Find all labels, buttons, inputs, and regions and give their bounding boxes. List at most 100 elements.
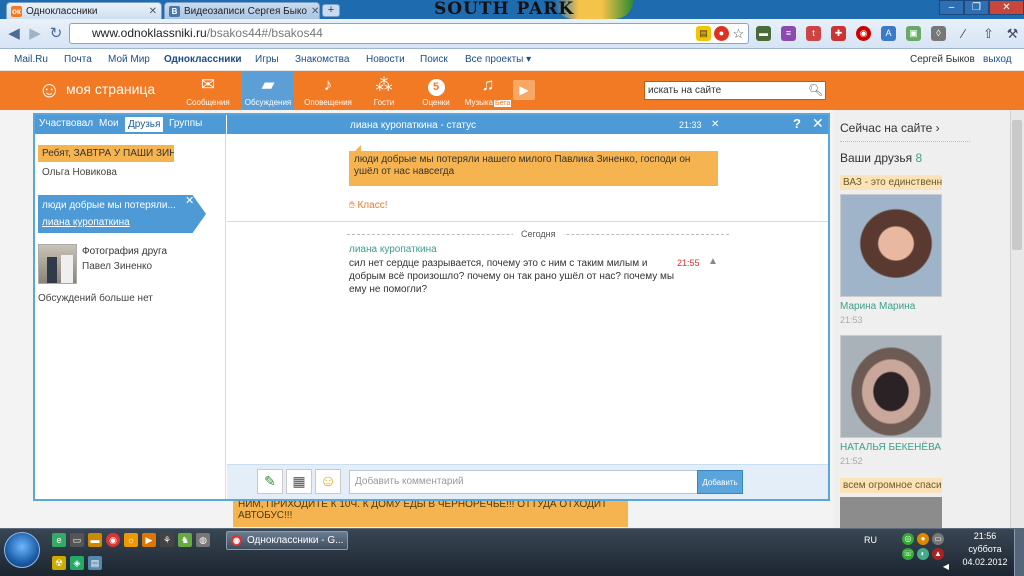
help-icon[interactable]: ?: [793, 116, 801, 131]
close-tab-icon[interactable]: ✕: [145, 6, 157, 17]
klass-button[interactable]: ✋︎ Класс!: [349, 200, 387, 211]
close-window-button[interactable]: ✕: [989, 0, 1024, 15]
address-bar[interactable]: www.odnoklassniki.ru/bsakos44#/bsakos44: [69, 23, 749, 44]
tray-icon[interactable]: ▭: [932, 533, 944, 545]
portal-link-odnoklassniki[interactable]: Одноклассники: [164, 54, 242, 65]
tool-music[interactable]: ♫ Музыка Бета: [462, 72, 514, 110]
extension-icon[interactable]: ▬: [756, 26, 771, 41]
add-comment-button[interactable]: Добавить: [697, 470, 743, 494]
extension-icon[interactable]: ≡: [781, 26, 796, 41]
taskbar-window-chrome[interactable]: ◉ Одноклассники - G...: [226, 531, 348, 550]
friend-avatar[interactable]: [840, 335, 942, 438]
quicklaunch-icon[interactable]: ⚘: [160, 533, 174, 547]
logout-link[interactable]: выход: [983, 54, 1012, 65]
friend-avatar[interactable]: [840, 497, 942, 528]
filter-tab-mine[interactable]: Мои: [99, 118, 119, 129]
portal-link-games[interactable]: Игры: [255, 54, 279, 65]
pencil-icon[interactable]: ✎: [257, 469, 283, 494]
extension-icon[interactable]: ▣: [906, 26, 921, 41]
tool-messages[interactable]: ✉ Сообщения: [182, 72, 234, 110]
wrench-menu-icon[interactable]: ⚒: [1005, 26, 1020, 41]
online-now-link[interactable]: Сейчас на сайте ›: [840, 121, 940, 135]
tray-icon[interactable]: ☏: [902, 548, 914, 560]
close-discussion-icon[interactable]: ✕: [711, 119, 719, 130]
chrome-icon[interactable]: ◉: [106, 533, 120, 547]
friend-status[interactable]: всем огромное спаси: [840, 478, 942, 493]
tool-guests[interactable]: ⁂ Гости: [358, 72, 410, 110]
portal-link-myworld[interactable]: Мой Мир: [108, 54, 150, 65]
tool-notifications[interactable]: ♪ Оповещения: [302, 72, 354, 110]
smiley-icon[interactable]: ☺: [315, 469, 341, 494]
user-name[interactable]: Сергей Быков: [910, 54, 975, 65]
browser-tab-vk-videos[interactable]: B Видеозаписи Сергея Быко ✕: [164, 2, 320, 19]
tool-discussions[interactable]: ▰ Обсуждения: [242, 72, 294, 110]
sticky-note-extension-icon[interactable]: ▤: [696, 26, 711, 41]
quicklaunch-icon[interactable]: ▭: [70, 533, 84, 547]
quicklaunch-icon[interactable]: ▬: [88, 533, 102, 547]
filter-tab-participated[interactable]: Участвовал: [39, 118, 93, 129]
quicklaunch-icon[interactable]: ◈: [70, 556, 84, 570]
adblock-icon[interactable]: ●: [714, 26, 729, 41]
extension-icon[interactable]: ✚: [831, 26, 846, 41]
thread-author[interactable]: Ольга Новикова: [42, 167, 117, 178]
portal-link-mailru[interactable]: Mail.Ru: [14, 54, 48, 65]
report-warning-icon[interactable]: ▲: [708, 256, 718, 267]
friend-status[interactable]: ВАЗ - это единственн: [840, 175, 942, 190]
keyboard-language[interactable]: RU: [864, 535, 877, 545]
quicklaunch-icon[interactable]: ☢: [52, 556, 66, 570]
bookmark-star-icon[interactable]: ☆: [731, 26, 746, 41]
play-icon[interactable]: ▶: [513, 80, 535, 100]
friend-photo-thumbnail[interactable]: [38, 244, 77, 284]
volume-icon[interactable]: ◀: [940, 561, 952, 573]
quicklaunch-icon[interactable]: ▶: [142, 533, 156, 547]
back-icon[interactable]: ◀: [4, 24, 24, 44]
extension-icon[interactable]: ◉: [856, 26, 871, 41]
friend-name[interactable]: Марина Марина: [840, 301, 915, 312]
windows-start-button[interactable]: [4, 532, 40, 568]
site-search-input[interactable]: искать на сайте: [644, 81, 826, 100]
filter-tab-groups[interactable]: Группы: [169, 118, 202, 129]
tray-icon[interactable]: ●: [917, 533, 929, 545]
quicklaunch-icon[interactable]: ☼: [124, 533, 138, 547]
close-modal-icon[interactable]: ✕: [812, 115, 824, 132]
forward-icon[interactable]: ▶: [25, 24, 45, 44]
extension-icon[interactable]: ∕: [956, 26, 971, 41]
portal-link-search[interactable]: Поиск: [420, 54, 448, 65]
quicklaunch-icon[interactable]: ◍: [196, 533, 210, 547]
system-clock[interactable]: 21:56 суббота 04.02.2012: [960, 530, 1010, 569]
portal-link-dating[interactable]: Знакомства: [295, 54, 349, 65]
tray-icon[interactable]: ◎: [902, 533, 914, 545]
thread-title[interactable]: Фотография друга: [82, 246, 167, 257]
portal-link-news[interactable]: Новости: [366, 54, 405, 65]
extension-icon[interactable]: ◊: [931, 26, 946, 41]
maximize-window-button[interactable]: ❐: [964, 0, 989, 15]
show-desktop-button[interactable]: [1014, 529, 1024, 576]
filter-tab-friends[interactable]: Друзья: [125, 117, 164, 132]
minimize-window-button[interactable]: –: [939, 0, 964, 15]
translate-icon[interactable]: A: [881, 26, 896, 41]
page-scrollbar-thumb[interactable]: [1012, 120, 1022, 250]
portal-link-mail[interactable]: Почта: [64, 54, 92, 65]
photo-attach-icon[interactable]: ▦: [286, 469, 312, 494]
search-icon[interactable]: 🔍︎: [808, 83, 823, 98]
thread-author[interactable]: Павел Зиненко: [82, 261, 152, 272]
quicklaunch-icon[interactable]: e: [52, 533, 66, 547]
tray-icon[interactable]: ◐: [917, 548, 929, 560]
reload-icon[interactable]: ↻: [46, 24, 66, 44]
tray-icon[interactable]: ▲: [932, 548, 944, 560]
comment-author[interactable]: лиана куропаткина: [349, 244, 437, 255]
close-thread-icon[interactable]: ✕: [185, 194, 194, 207]
new-tab-button[interactable]: +: [322, 4, 340, 17]
extension-icon[interactable]: ⇧: [981, 26, 996, 41]
tool-ratings[interactable]: 5 Оценки: [410, 72, 462, 110]
extension-icon[interactable]: t: [806, 26, 821, 41]
portal-link-all-projects[interactable]: Все проекты ▾: [465, 54, 531, 65]
thread-selected[interactable]: люди добрые мы потеряли... лиана куропат…: [38, 195, 206, 233]
friend-avatar[interactable]: [840, 194, 942, 297]
comment-input[interactable]: Добавить комментарий: [349, 470, 698, 494]
quicklaunch-icon[interactable]: ▤: [88, 556, 102, 570]
thread-author[interactable]: лиана куропаткина: [42, 217, 202, 228]
my-page-link[interactable]: моя страница: [66, 81, 155, 97]
odnoklassniki-logo-icon[interactable]: ☺: [38, 77, 60, 105]
close-tab-icon[interactable]: ✕: [307, 6, 319, 17]
